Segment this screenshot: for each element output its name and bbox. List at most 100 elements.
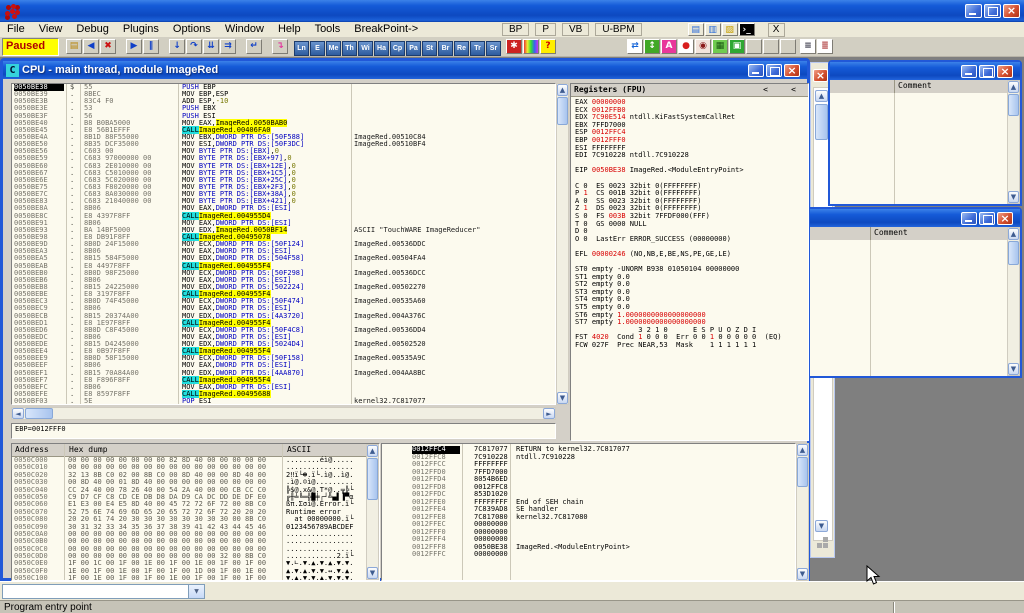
stack-pane[interactable]: 0012FFC47C817077RETURN to kernel32.7C817…	[381, 443, 796, 581]
execute-till-return-icon[interactable]: ↵	[246, 39, 262, 54]
pane-button-br[interactable]: Br	[438, 41, 453, 56]
menu-button-ubpm[interactable]: U-BPM	[595, 23, 641, 36]
close-program-icon[interactable]: ✖	[100, 39, 116, 54]
comment-window-2-content[interactable]	[808, 240, 1007, 376]
blank-button-1[interactable]	[746, 39, 762, 54]
disassembly-vscroll[interactable]: ▲ ▼	[556, 83, 569, 405]
registers-nav-right-icon[interactable]: <	[791, 84, 796, 96]
registers-nav-left-icon[interactable]: <	[763, 84, 768, 96]
menu-button-bp[interactable]: BP	[502, 23, 529, 36]
go-to-address-icon[interactable]: ↴	[272, 39, 288, 54]
scroll-up-icon[interactable]: ▲	[557, 84, 568, 96]
go-back-icon[interactable]: ◀	[83, 39, 99, 54]
close-button[interactable]	[997, 65, 1013, 78]
menu-button-vb[interactable]: VB	[562, 23, 589, 36]
scroll-thumb[interactable]	[557, 97, 568, 125]
background-close-button[interactable]	[813, 69, 828, 82]
cpu-window[interactable]: C CPU - main thread, module ImageRed 005…	[0, 58, 810, 581]
disasm-row[interactable]: 0050BE3B.83C4 F0ADD ESP,-10	[12, 98, 555, 105]
disassembly-hscroll[interactable]: ◄ ►	[11, 407, 556, 420]
comment-window-1-content[interactable]	[830, 93, 1007, 204]
swap-icon[interactable]: ⇄	[627, 39, 643, 54]
register-line[interactable]: O 0 LastErr ERROR_SUCCESS (00000000)	[571, 236, 808, 244]
disasm-row[interactable]: 0050BF03.5EPOP ESIkernel32.7C817077	[12, 398, 555, 405]
minimize-button[interactable]	[961, 65, 977, 78]
maximize-button[interactable]	[984, 4, 1001, 18]
pane-button-st[interactable]: St	[422, 41, 437, 56]
register-line[interactable]: FCW 027F Prec NEAR,53 Mask 1 1 1 1 1 1	[571, 342, 808, 350]
folder-icon[interactable]: ▨	[722, 23, 738, 36]
comment-window-1[interactable]: Comment ▲ ▼	[828, 60, 1022, 206]
scroll-down-icon[interactable]: ▼	[557, 392, 568, 404]
menu-button-p[interactable]: P	[535, 23, 556, 36]
pane-button-e[interactable]: E	[310, 41, 325, 56]
scroll-up-icon[interactable]: ▲	[815, 90, 828, 102]
animate-over-icon[interactable]: ⇉	[220, 39, 236, 54]
comment-window-2[interactable]: Comment ▲ ▼	[806, 207, 1022, 378]
record-icon[interactable]: ●	[678, 39, 694, 54]
scroll-thumb[interactable]	[25, 408, 53, 419]
menu-debug[interactable]: Debug	[69, 22, 115, 37]
scroll-up-icon[interactable]: ▲	[1008, 228, 1019, 240]
comment-window-1-titlebar[interactable]	[830, 62, 1020, 80]
comment-window-1-vscroll[interactable]: ▲ ▼	[1007, 80, 1020, 204]
scroll-thumb[interactable]	[815, 104, 828, 140]
pause-icon[interactable]: ‖	[143, 39, 159, 54]
minimize-button[interactable]	[965, 4, 982, 18]
scroll-down-icon[interactable]: ▼	[797, 568, 808, 580]
disassembly-pane[interactable]: 0050BE38$55PUSH EBP0050BE39.8BECMOV EBP,…	[11, 83, 556, 405]
animate-into-icon[interactable]: ⇊	[203, 39, 219, 54]
maximize-button[interactable]	[979, 65, 995, 78]
log-list-icon[interactable]: ≡	[800, 39, 816, 54]
options-gear-icon[interactable]: ✱	[506, 39, 522, 54]
blank-button-2[interactable]	[763, 39, 779, 54]
menu-help[interactable]: Help	[271, 22, 308, 37]
info-pane[interactable]: EBP=0012FFF0	[11, 423, 556, 439]
menu-window[interactable]: Window	[218, 22, 271, 37]
scroll-left-icon[interactable]: ◄	[12, 408, 24, 419]
comment-window-2-vscroll[interactable]: ▲ ▼	[1007, 227, 1020, 376]
command-combobox[interactable]: ▼	[2, 584, 205, 599]
minimize-button[interactable]	[748, 64, 764, 77]
step-over-icon[interactable]: ↷	[186, 39, 202, 54]
close-button[interactable]	[997, 212, 1013, 225]
scroll-down-icon[interactable]: ▼	[1008, 363, 1019, 375]
main-titlebar[interactable]	[0, 0, 1024, 22]
target-icon[interactable]: ◉	[695, 39, 711, 54]
register-line[interactable]: EFL 00000246 (NO,NB,E,BE,NS,PE,GE,LE)	[571, 251, 808, 259]
menu-options[interactable]: Options	[166, 22, 218, 37]
registers-pane[interactable]: Registers (FPU) < < EAX 00000000ECX 0012…	[570, 83, 809, 441]
scroll-thumb[interactable]	[367, 458, 378, 500]
scroll-up-icon[interactable]: ▲	[367, 445, 378, 457]
scroll-thumb[interactable]	[1008, 94, 1019, 116]
scroll-thumb[interactable]	[1008, 241, 1019, 265]
pane-button-th[interactable]: Th	[342, 41, 357, 56]
dump-row[interactable]: 0050C1001F 00 1E 00 1F 00 1F 00 1E 00 1F…	[12, 575, 379, 581]
register-line[interactable]: EIP 0050BE38 ImageRed.<ModuleEntryPoint>	[571, 167, 808, 175]
pane-button-cp[interactable]: Cp	[390, 41, 405, 56]
close-button[interactable]	[784, 64, 800, 77]
chevron-down-icon[interactable]: ▼	[188, 585, 204, 598]
maximize-button[interactable]	[766, 64, 782, 77]
minimize-button[interactable]	[961, 212, 977, 225]
comment-window-2-titlebar[interactable]	[808, 209, 1020, 227]
step-into-icon[interactable]: ↓	[169, 39, 185, 54]
stack-vscroll[interactable]: ▲ ▼	[796, 443, 809, 581]
pane-button-ha[interactable]: Ha	[374, 41, 389, 56]
scroll-thumb[interactable]	[797, 457, 808, 487]
menu-breakpoint[interactable]: BreakPoint->	[347, 22, 425, 37]
hex-dump-pane[interactable]: Address Hex dump ASCII 0050C00000 00 00 …	[11, 443, 380, 581]
help-icon[interactable]: ?	[540, 39, 556, 54]
disasm-row[interactable]: 0050BEFE.E8 8597F8FFCALLImageRed.0049568…	[12, 391, 555, 398]
maximize-button[interactable]	[979, 212, 995, 225]
open-file-icon[interactable]: ▤	[66, 39, 82, 54]
pane-button-tr[interactable]: Tr	[470, 41, 485, 56]
register-line[interactable]: T 0 GS 0000 NULL	[571, 221, 808, 229]
appearance-icon[interactable]	[523, 39, 539, 54]
grid-icon[interactable]: ▦	[712, 39, 728, 54]
size-grip[interactable]	[817, 543, 822, 548]
console-icon[interactable]: ›_	[739, 23, 755, 36]
dump-vscroll[interactable]: ▲ ▼	[366, 444, 379, 580]
close-button[interactable]	[1003, 4, 1020, 18]
run-icon[interactable]: ▶	[126, 39, 142, 54]
